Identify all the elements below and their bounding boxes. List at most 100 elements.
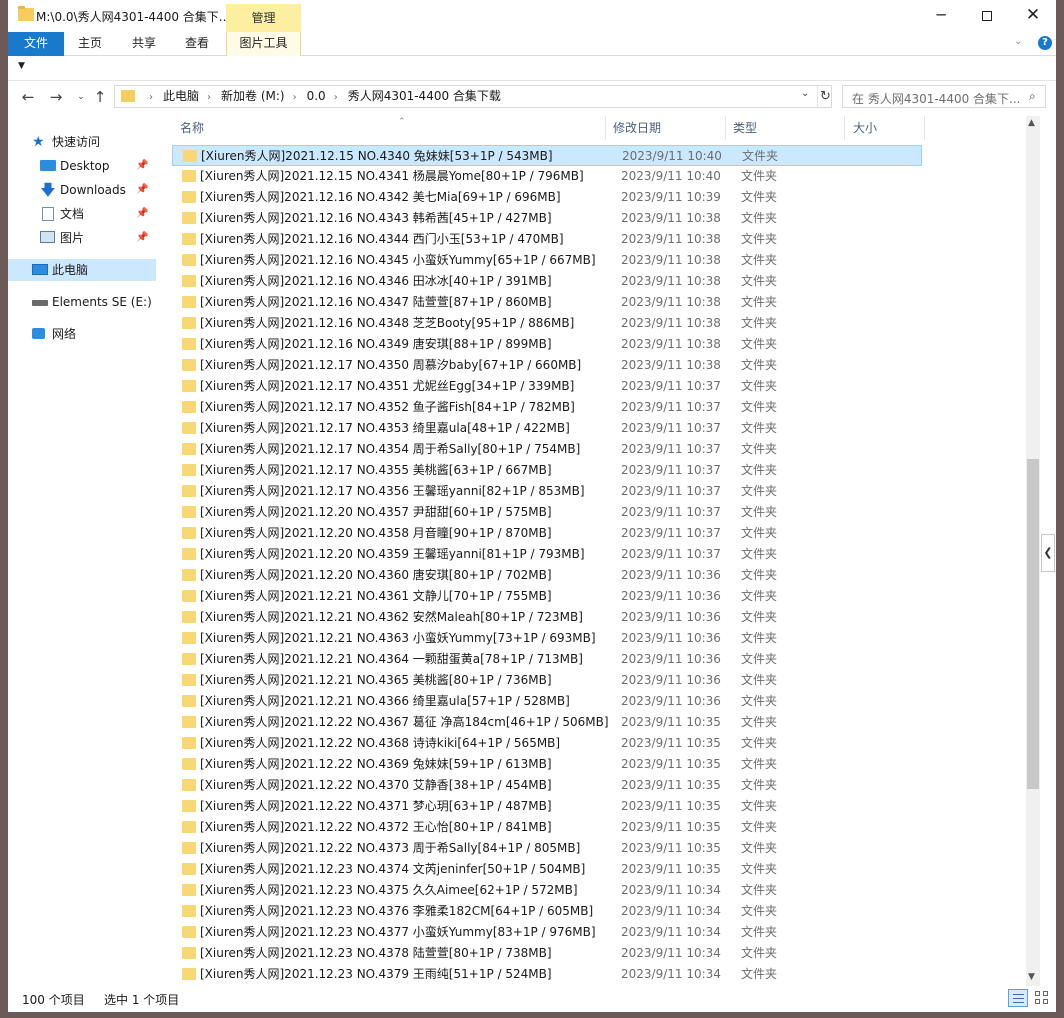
nav-item-desktop[interactable]: Desktop 📌 bbox=[8, 155, 156, 177]
search-input[interactable]: 在 秀人网4301-4400 合集下... bbox=[852, 90, 1020, 107]
table-row[interactable]: [Xiuren秀人网]2021.12.22 NO.4367 葛征 净高184cm… bbox=[172, 712, 922, 733]
table-row[interactable]: [Xiuren秀人网]2021.12.16 NO.4346 田冰冰[40+1P … bbox=[172, 271, 922, 292]
table-row[interactable]: [Xiuren秀人网]2021.12.21 NO.4361 文静儿[70+1P … bbox=[172, 586, 922, 607]
breadcrumb-folder-0-0[interactable]: 0.0 bbox=[307, 89, 326, 103]
file-name: [Xiuren秀人网]2021.12.16 NO.4343 韩希茜[45+1P … bbox=[200, 211, 552, 225]
table-row[interactable]: [Xiuren秀人网]2021.12.15 NO.4341 杨晨晨Yome[80… bbox=[172, 166, 922, 187]
file-name: [Xiuren秀人网]2021.12.22 NO.4368 诗诗kiki[64+… bbox=[200, 736, 561, 750]
table-row[interactable]: [Xiuren秀人网]2021.12.17 NO.4350 周慕汐baby[67… bbox=[172, 355, 922, 376]
table-row[interactable]: [Xiuren秀人网]2021.12.17 NO.4356 王馨瑶yanni[8… bbox=[172, 481, 922, 502]
breadcrumb-current-folder[interactable]: 秀人网4301-4400 合集下载 bbox=[348, 89, 501, 103]
context-tab-manage[interactable]: 管理 bbox=[226, 4, 301, 32]
table-row[interactable]: [Xiuren秀人网]2021.12.22 NO.4370 艾静香[38+1P … bbox=[172, 775, 922, 796]
scrollbar-thumb[interactable] bbox=[1027, 459, 1039, 789]
file-name: [Xiuren秀人网]2021.12.21 NO.4361 文静儿[70+1P … bbox=[200, 589, 552, 603]
file-type: 文件夹 bbox=[741, 190, 778, 204]
maximize-button[interactable] bbox=[964, 0, 1010, 30]
table-row[interactable]: [Xiuren秀人网]2021.12.17 NO.4352 鱼子酱Fish[84… bbox=[172, 397, 922, 418]
table-row[interactable]: [Xiuren秀人网]2021.12.16 NO.4343 韩希茜[45+1P … bbox=[172, 208, 922, 229]
search-icon[interactable]: ⌕ bbox=[1029, 89, 1036, 104]
breadcrumb-this-pc[interactable]: 此电脑 bbox=[163, 89, 199, 103]
scroll-up-icon[interactable]: ▲ bbox=[1028, 118, 1035, 128]
column-header-date[interactable]: 修改日期 bbox=[605, 116, 726, 140]
table-row[interactable]: [Xiuren秀人网]2021.12.16 NO.4345 小蛮妖Yummy[6… bbox=[172, 250, 922, 271]
table-row[interactable]: [Xiuren秀人网]2021.12.16 NO.4348 芝芝Booty[95… bbox=[172, 313, 922, 334]
table-row[interactable]: [Xiuren秀人网]2021.12.22 NO.4368 诗诗kiki[64+… bbox=[172, 733, 922, 754]
table-row[interactable]: [Xiuren秀人网]2021.12.23 NO.4374 文芮jeninfer… bbox=[172, 859, 922, 880]
table-row[interactable]: [Xiuren秀人网]2021.12.15 NO.4340 兔妹妹[53+1P … bbox=[172, 145, 922, 166]
minimize-button[interactable]: ─ bbox=[918, 0, 964, 30]
nav-item-downloads[interactable]: 🡇 Downloads 📌 bbox=[8, 179, 156, 201]
maximize-icon bbox=[982, 10, 992, 21]
nav-item-pictures[interactable]: 图片 📌 bbox=[8, 227, 156, 249]
customize-qat-icon[interactable]: ▼ bbox=[18, 61, 25, 71]
nav-item-this-pc[interactable]: 此电脑 bbox=[8, 259, 156, 281]
tab-share[interactable]: 共享 bbox=[120, 32, 168, 56]
search-box[interactable]: 在 秀人网4301-4400 合集下... ⌕ bbox=[842, 85, 1046, 108]
up-button[interactable]: ↑ bbox=[90, 87, 110, 107]
table-row[interactable]: [Xiuren秀人网]2021.12.21 NO.4366 绮里嘉ula[57+… bbox=[172, 691, 922, 712]
table-row[interactable]: [Xiuren秀人网]2021.12.21 NO.4365 美桃酱[80+1P … bbox=[172, 670, 922, 691]
details-view-icon[interactable] bbox=[1008, 989, 1028, 1007]
column-header-type[interactable]: 类型 bbox=[725, 116, 845, 140]
file-type: 文件夹 bbox=[741, 589, 778, 603]
table-row[interactable]: [Xiuren秀人网]2021.12.23 NO.4379 王雨纯[51+1P … bbox=[172, 964, 922, 985]
table-row[interactable]: [Xiuren秀人网]2021.12.21 NO.4362 安然Maleah[8… bbox=[172, 607, 922, 628]
table-row[interactable]: [Xiuren秀人网]2021.12.16 NO.4342 美七Mia[69+1… bbox=[172, 187, 922, 208]
table-row[interactable]: [Xiuren秀人网]2021.12.16 NO.4344 西门小玉[53+1P… bbox=[172, 229, 922, 250]
scroll-down-icon[interactable]: ▼ bbox=[1028, 972, 1035, 982]
refresh-icon[interactable]: ↻ bbox=[817, 86, 833, 107]
table-row[interactable]: [Xiuren秀人网]2021.12.23 NO.4375 久久Aimee[62… bbox=[172, 880, 922, 901]
pin-icon: 📌 bbox=[136, 184, 149, 195]
column-header-name[interactable]: 名称 ⌃ bbox=[172, 116, 606, 140]
vertical-scrollbar[interactable]: ▲ ▼ bbox=[1026, 116, 1040, 986]
nav-item-drive-e[interactable]: Elements SE (E:) bbox=[8, 291, 156, 313]
table-row[interactable]: [Xiuren秀人网]2021.12.20 NO.4360 唐安琪[80+1P … bbox=[172, 565, 922, 586]
folder-icon bbox=[182, 737, 196, 749]
table-row[interactable]: [Xiuren秀人网]2021.12.23 NO.4377 小蛮妖Yummy[8… bbox=[172, 922, 922, 943]
forward-button[interactable]: → bbox=[46, 87, 66, 107]
nav-item-quick-access[interactable]: ★ 快速访问 bbox=[8, 131, 156, 153]
table-row[interactable]: [Xiuren秀人网]2021.12.16 NO.4349 唐安琪[88+1P … bbox=[172, 334, 922, 355]
column-header-size[interactable]: 大小 bbox=[845, 116, 925, 140]
tab-home[interactable]: 主页 bbox=[66, 32, 114, 56]
table-row[interactable]: [Xiuren秀人网]2021.12.23 NO.4376 李雅柔182CM[6… bbox=[172, 901, 922, 922]
recent-locations-button[interactable]: ⌄ bbox=[71, 87, 91, 107]
expand-ribbon-chevron-icon[interactable]: ⌄ bbox=[1014, 36, 1022, 47]
tab-file[interactable]: 文件 bbox=[8, 32, 64, 56]
table-row[interactable]: [Xiuren秀人网]2021.12.22 NO.4372 王心怡[80+1P … bbox=[172, 817, 922, 838]
address-bar[interactable]: › 此电脑 › 新加卷 (M:) › 0.0 › 秀人网4301-4400 合集下载 ⌄ ↻ bbox=[114, 85, 832, 108]
breadcrumb-drive-m[interactable]: 新加卷 (M:) bbox=[221, 89, 285, 103]
table-row[interactable]: [Xiuren秀人网]2021.12.17 NO.4351 尤妮丝Egg[34+… bbox=[172, 376, 922, 397]
folder-icon bbox=[182, 590, 196, 602]
table-row[interactable]: [Xiuren秀人网]2021.12.20 NO.4358 月音瞳[90+1P … bbox=[172, 523, 922, 544]
table-row[interactable]: [Xiuren秀人网]2021.12.16 NO.4347 陆萱萱[87+1P … bbox=[172, 292, 922, 313]
nav-item-documents[interactable]: 文档 📌 bbox=[8, 203, 156, 225]
table-row[interactable]: [Xiuren秀人网]2021.12.17 NO.4354 周于希Sally[8… bbox=[172, 439, 922, 460]
table-row[interactable]: [Xiuren秀人网]2021.12.20 NO.4357 尹甜甜[60+1P … bbox=[172, 502, 922, 523]
address-dropdown-icon[interactable]: ⌄ bbox=[801, 88, 809, 99]
tab-picture-tools[interactable]: 图片工具 bbox=[226, 32, 301, 56]
back-button[interactable]: ← bbox=[18, 87, 38, 107]
table-row[interactable]: [Xiuren秀人网]2021.12.21 NO.4363 小蛮妖Yummy[7… bbox=[172, 628, 922, 649]
table-row[interactable]: [Xiuren秀人网]2021.12.22 NO.4371 梦心玥[63+1P … bbox=[172, 796, 922, 817]
table-row[interactable]: [Xiuren秀人网]2021.12.22 NO.4373 周于希Sally[8… bbox=[172, 838, 922, 859]
help-icon[interactable]: ? bbox=[1038, 36, 1052, 50]
large-icons-view-icon[interactable] bbox=[1032, 989, 1052, 1007]
table-row[interactable]: [Xiuren秀人网]2021.12.21 NO.4364 一颗甜蛋黄a[78+… bbox=[172, 649, 922, 670]
table-row[interactable]: [Xiuren秀人网]2021.12.20 NO.4359 王馨瑶yanni[8… bbox=[172, 544, 922, 565]
table-row[interactable]: [Xiuren秀人网]2021.12.17 NO.4353 绮里嘉ula[48+… bbox=[172, 418, 922, 439]
nav-item-network[interactable]: 网络 bbox=[8, 323, 156, 345]
table-row[interactable]: [Xiuren秀人网]2021.12.17 NO.4355 美桃酱[63+1P … bbox=[172, 460, 922, 481]
table-row[interactable]: [Xiuren秀人网]2021.12.22 NO.4369 兔妹妹[59+1P … bbox=[172, 754, 922, 775]
collapse-pane-chevron-icon[interactable]: ❮ bbox=[1041, 534, 1055, 572]
close-button[interactable]: ✕ bbox=[1010, 0, 1056, 30]
folder-icon bbox=[182, 443, 196, 455]
file-date: 2023/9/11 10:37 bbox=[621, 547, 721, 561]
file-date: 2023/9/11 10:38 bbox=[621, 295, 721, 309]
table-row[interactable]: [Xiuren秀人网]2021.12.23 NO.4378 陆萱萱[80+1P … bbox=[172, 943, 922, 964]
file-name: [Xiuren秀人网]2021.12.16 NO.4347 陆萱萱[87+1P … bbox=[200, 295, 552, 309]
tab-view[interactable]: 查看 bbox=[173, 32, 221, 56]
file-date: 2023/9/11 10:36 bbox=[621, 694, 721, 708]
folder-icon bbox=[182, 548, 196, 560]
